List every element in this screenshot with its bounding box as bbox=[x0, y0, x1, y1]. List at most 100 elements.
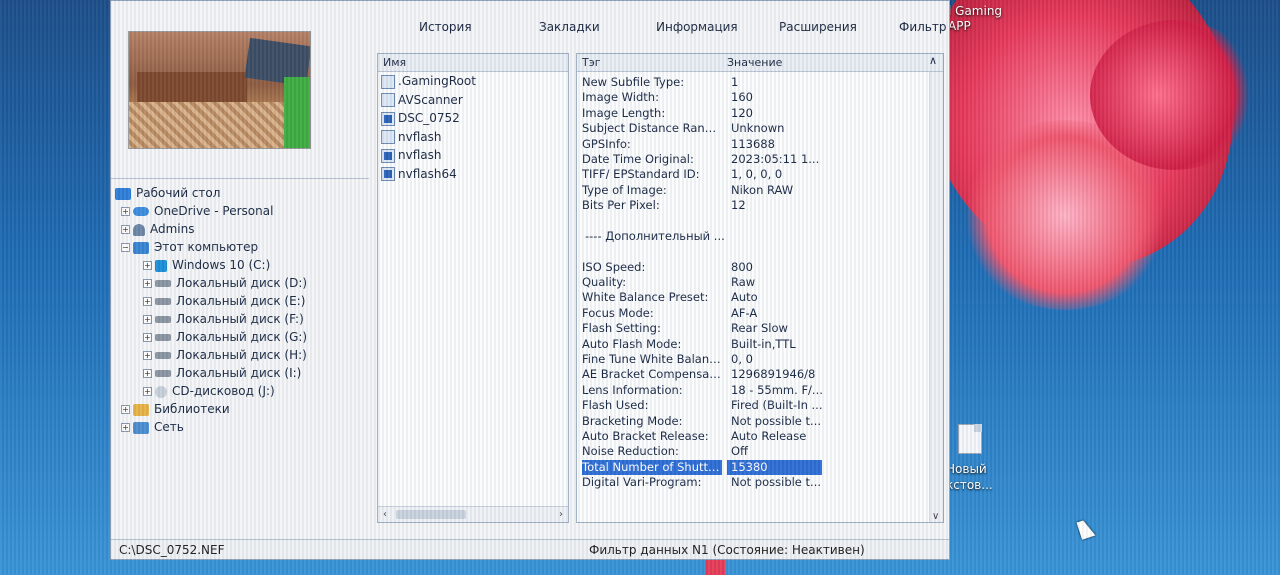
tag-value: AF-A bbox=[731, 305, 758, 320]
scrollbar-thumb[interactable] bbox=[396, 510, 466, 519]
tree-item[interactable]: Рабочий стол bbox=[115, 184, 371, 202]
tag-value: Auto bbox=[731, 290, 758, 305]
tab-extensions[interactable]: Расширения bbox=[779, 20, 857, 34]
tree-item[interactable]: + Локальный диск (D:) bbox=[115, 274, 371, 292]
table-row[interactable]: Total Number of Shutte... 15380 bbox=[577, 459, 929, 475]
expand-icon[interactable]: + bbox=[143, 351, 152, 360]
table-row[interactable]: TIFF/ EPStandard ID: 1, 0, 0, 0 bbox=[577, 167, 929, 182]
column-header-name[interactable]: Имя bbox=[378, 54, 568, 72]
expand-icon[interactable]: + bbox=[143, 315, 152, 324]
table-row[interactable]: Flash Setting: Rear Slow bbox=[577, 321, 929, 336]
tab-history[interactable]: История bbox=[419, 20, 472, 34]
tree-item-label: Этот компьютер bbox=[154, 240, 259, 254]
tree-item[interactable]: + Локальный диск (G:) bbox=[115, 328, 371, 346]
table-row[interactable]: Auto Flash Mode: Built-in,TTL bbox=[577, 337, 929, 352]
tree-item[interactable]: + Локальный диск (E:) bbox=[115, 292, 371, 310]
table-row[interactable]: Noise Reduction: Off bbox=[577, 444, 929, 459]
tree-item[interactable]: + Windows 10 (C:) bbox=[115, 256, 371, 274]
list-item[interactable]: DSC_0752 bbox=[378, 109, 568, 128]
metadata-table[interactable]: Тэг Значение ∧ New Subfile Type: 1 Image W… bbox=[576, 53, 944, 523]
table-row[interactable]: Quality: Raw bbox=[577, 275, 929, 290]
tree-item[interactable]: + Сеть bbox=[115, 418, 371, 436]
tree-item[interactable]: + CD-дисковод (J:) bbox=[115, 382, 371, 400]
tree-item[interactable]: + Admins bbox=[115, 220, 371, 238]
table-row[interactable]: Image Length: 120 bbox=[577, 106, 929, 121]
tab-bookmarks[interactable]: Закладки bbox=[539, 20, 600, 34]
tag-value: Not possible t... bbox=[731, 475, 822, 490]
list-item[interactable]: nvflash bbox=[378, 128, 568, 147]
scroll-left-icon[interactable]: ‹ bbox=[383, 507, 387, 523]
tree-item[interactable]: + Локальный диск (F:) bbox=[115, 310, 371, 328]
drive-icon bbox=[155, 334, 171, 341]
table-row[interactable]: Bits Per Pixel: 12 bbox=[577, 198, 929, 213]
tree-item[interactable]: + Библиотеки bbox=[115, 400, 371, 418]
status-filter-state: Фильтр данных N1 (Состояние: Неактивен) bbox=[589, 543, 865, 557]
tag-value: Nikon RAW bbox=[731, 182, 794, 197]
tag-value: 18 - 55mm. F/... bbox=[731, 382, 823, 397]
list-item[interactable]: nvflash64 bbox=[378, 165, 568, 184]
table-row[interactable]: Image Width: 160 bbox=[577, 90, 929, 105]
table-row[interactable]: Date Time Original: 2023:05:11 1... bbox=[577, 152, 929, 167]
table-row[interactable]: GPSInfo: 113688 bbox=[577, 137, 929, 152]
expand-icon[interactable]: + bbox=[143, 333, 152, 342]
table-row[interactable]: New Subfile Type: 1 bbox=[577, 75, 929, 90]
list-item[interactable]: .GamingRoot bbox=[378, 72, 568, 91]
list-item[interactable]: nvflash bbox=[378, 146, 568, 165]
shortcut-label: APP bbox=[948, 19, 971, 33]
table-row[interactable]: Type of Image: Nikon RAW bbox=[577, 183, 929, 198]
tag-value: Not possible t... bbox=[731, 413, 822, 428]
table-row[interactable]: Digital Vari-Program: Not possible t... bbox=[577, 475, 929, 490]
tree-item-label: CD-дисковод (J:) bbox=[172, 384, 275, 398]
folder-tree[interactable]: Рабочий стол + OneDrive - Personal + Admins −… bbox=[115, 184, 371, 436]
tag-name: Bracketing Mode: bbox=[582, 413, 683, 428]
expand-icon[interactable]: + bbox=[143, 279, 152, 288]
table-row[interactable]: Lens Information: 18 - 55mm. F/... bbox=[577, 383, 929, 398]
expand-icon[interactable]: + bbox=[143, 387, 152, 396]
image-file-icon bbox=[381, 111, 395, 126]
shortcut-label: l Gaming bbox=[948, 4, 1003, 18]
expand-icon[interactable]: + bbox=[143, 297, 152, 306]
expand-icon[interactable]: + bbox=[143, 261, 152, 270]
chevron-up-icon[interactable]: ∧ bbox=[929, 54, 937, 67]
expand-icon[interactable]: + bbox=[143, 369, 152, 378]
expand-icon[interactable]: + bbox=[121, 225, 130, 234]
table-row[interactable]: Fine Tune White Balanc... 0, 0 bbox=[577, 352, 929, 367]
list-item[interactable]: AVScanner bbox=[378, 91, 568, 110]
table-row[interactable]: AE Bracket Compensati... 1296891946/8 bbox=[577, 367, 929, 382]
desktop-shortcut-gaming-app[interactable]: l Gaming APP bbox=[948, 4, 1002, 34]
table-row[interactable]: ISO Speed: 800 bbox=[577, 260, 929, 275]
chevron-down-icon[interactable]: ∨ bbox=[932, 511, 939, 522]
tree-item-label: Сеть bbox=[154, 420, 184, 434]
text-document-icon[interactable] bbox=[958, 424, 982, 454]
section-row[interactable]: ---- Дополнительный ... bbox=[577, 229, 929, 244]
expand-icon[interactable]: + bbox=[121, 207, 130, 216]
tree-item[interactable]: − Этот компьютер bbox=[115, 238, 371, 256]
tree-item-label: Локальный диск (I:) bbox=[176, 366, 302, 380]
tag-value: Raw bbox=[731, 275, 756, 290]
shortcut-label: кстов... bbox=[946, 478, 993, 492]
tab-filter[interactable]: Фильтр bbox=[899, 20, 946, 34]
tab-information[interactable]: Информация bbox=[656, 20, 738, 34]
tree-item[interactable]: + Локальный диск (H:) bbox=[115, 346, 371, 364]
vertical-scrollbar[interactable]: ∨ bbox=[929, 72, 943, 522]
scroll-right-icon[interactable]: › bbox=[559, 507, 563, 523]
expand-icon[interactable]: + bbox=[121, 405, 130, 414]
column-header-value[interactable]: Значение bbox=[727, 56, 782, 69]
column-header-tag[interactable]: Тэг bbox=[582, 56, 601, 69]
file-list[interactable]: Имя .GamingRoot AVScanner DSC_0752 nvflash n… bbox=[377, 53, 569, 523]
collapse-icon[interactable]: − bbox=[121, 243, 130, 252]
expand-icon[interactable]: + bbox=[121, 423, 130, 432]
tree-item[interactable]: + Локальный диск (I:) bbox=[115, 364, 371, 382]
desktop-shortcut-new-document[interactable]: Новый кстов... bbox=[946, 461, 993, 493]
table-row[interactable]: White Balance Preset: Auto bbox=[577, 290, 929, 305]
cd-drive-icon bbox=[155, 385, 167, 398]
table-row[interactable]: Focus Mode: AF-A bbox=[577, 306, 929, 321]
file-name: nvflash bbox=[398, 148, 442, 162]
tree-item[interactable]: + OneDrive - Personal bbox=[115, 202, 371, 220]
table-row[interactable]: Bracketing Mode: Not possible t... bbox=[577, 414, 929, 429]
table-row[interactable]: Auto Bracket Release: Auto Release bbox=[577, 429, 929, 444]
table-row[interactable]: Subject Distance Range: Unknown bbox=[577, 121, 929, 136]
horizontal-scrollbar[interactable]: ‹ › bbox=[378, 506, 568, 522]
table-row[interactable]: Flash Used: Fired (Built-In ... bbox=[577, 398, 929, 413]
tag-name: White Balance Preset: bbox=[582, 290, 709, 305]
